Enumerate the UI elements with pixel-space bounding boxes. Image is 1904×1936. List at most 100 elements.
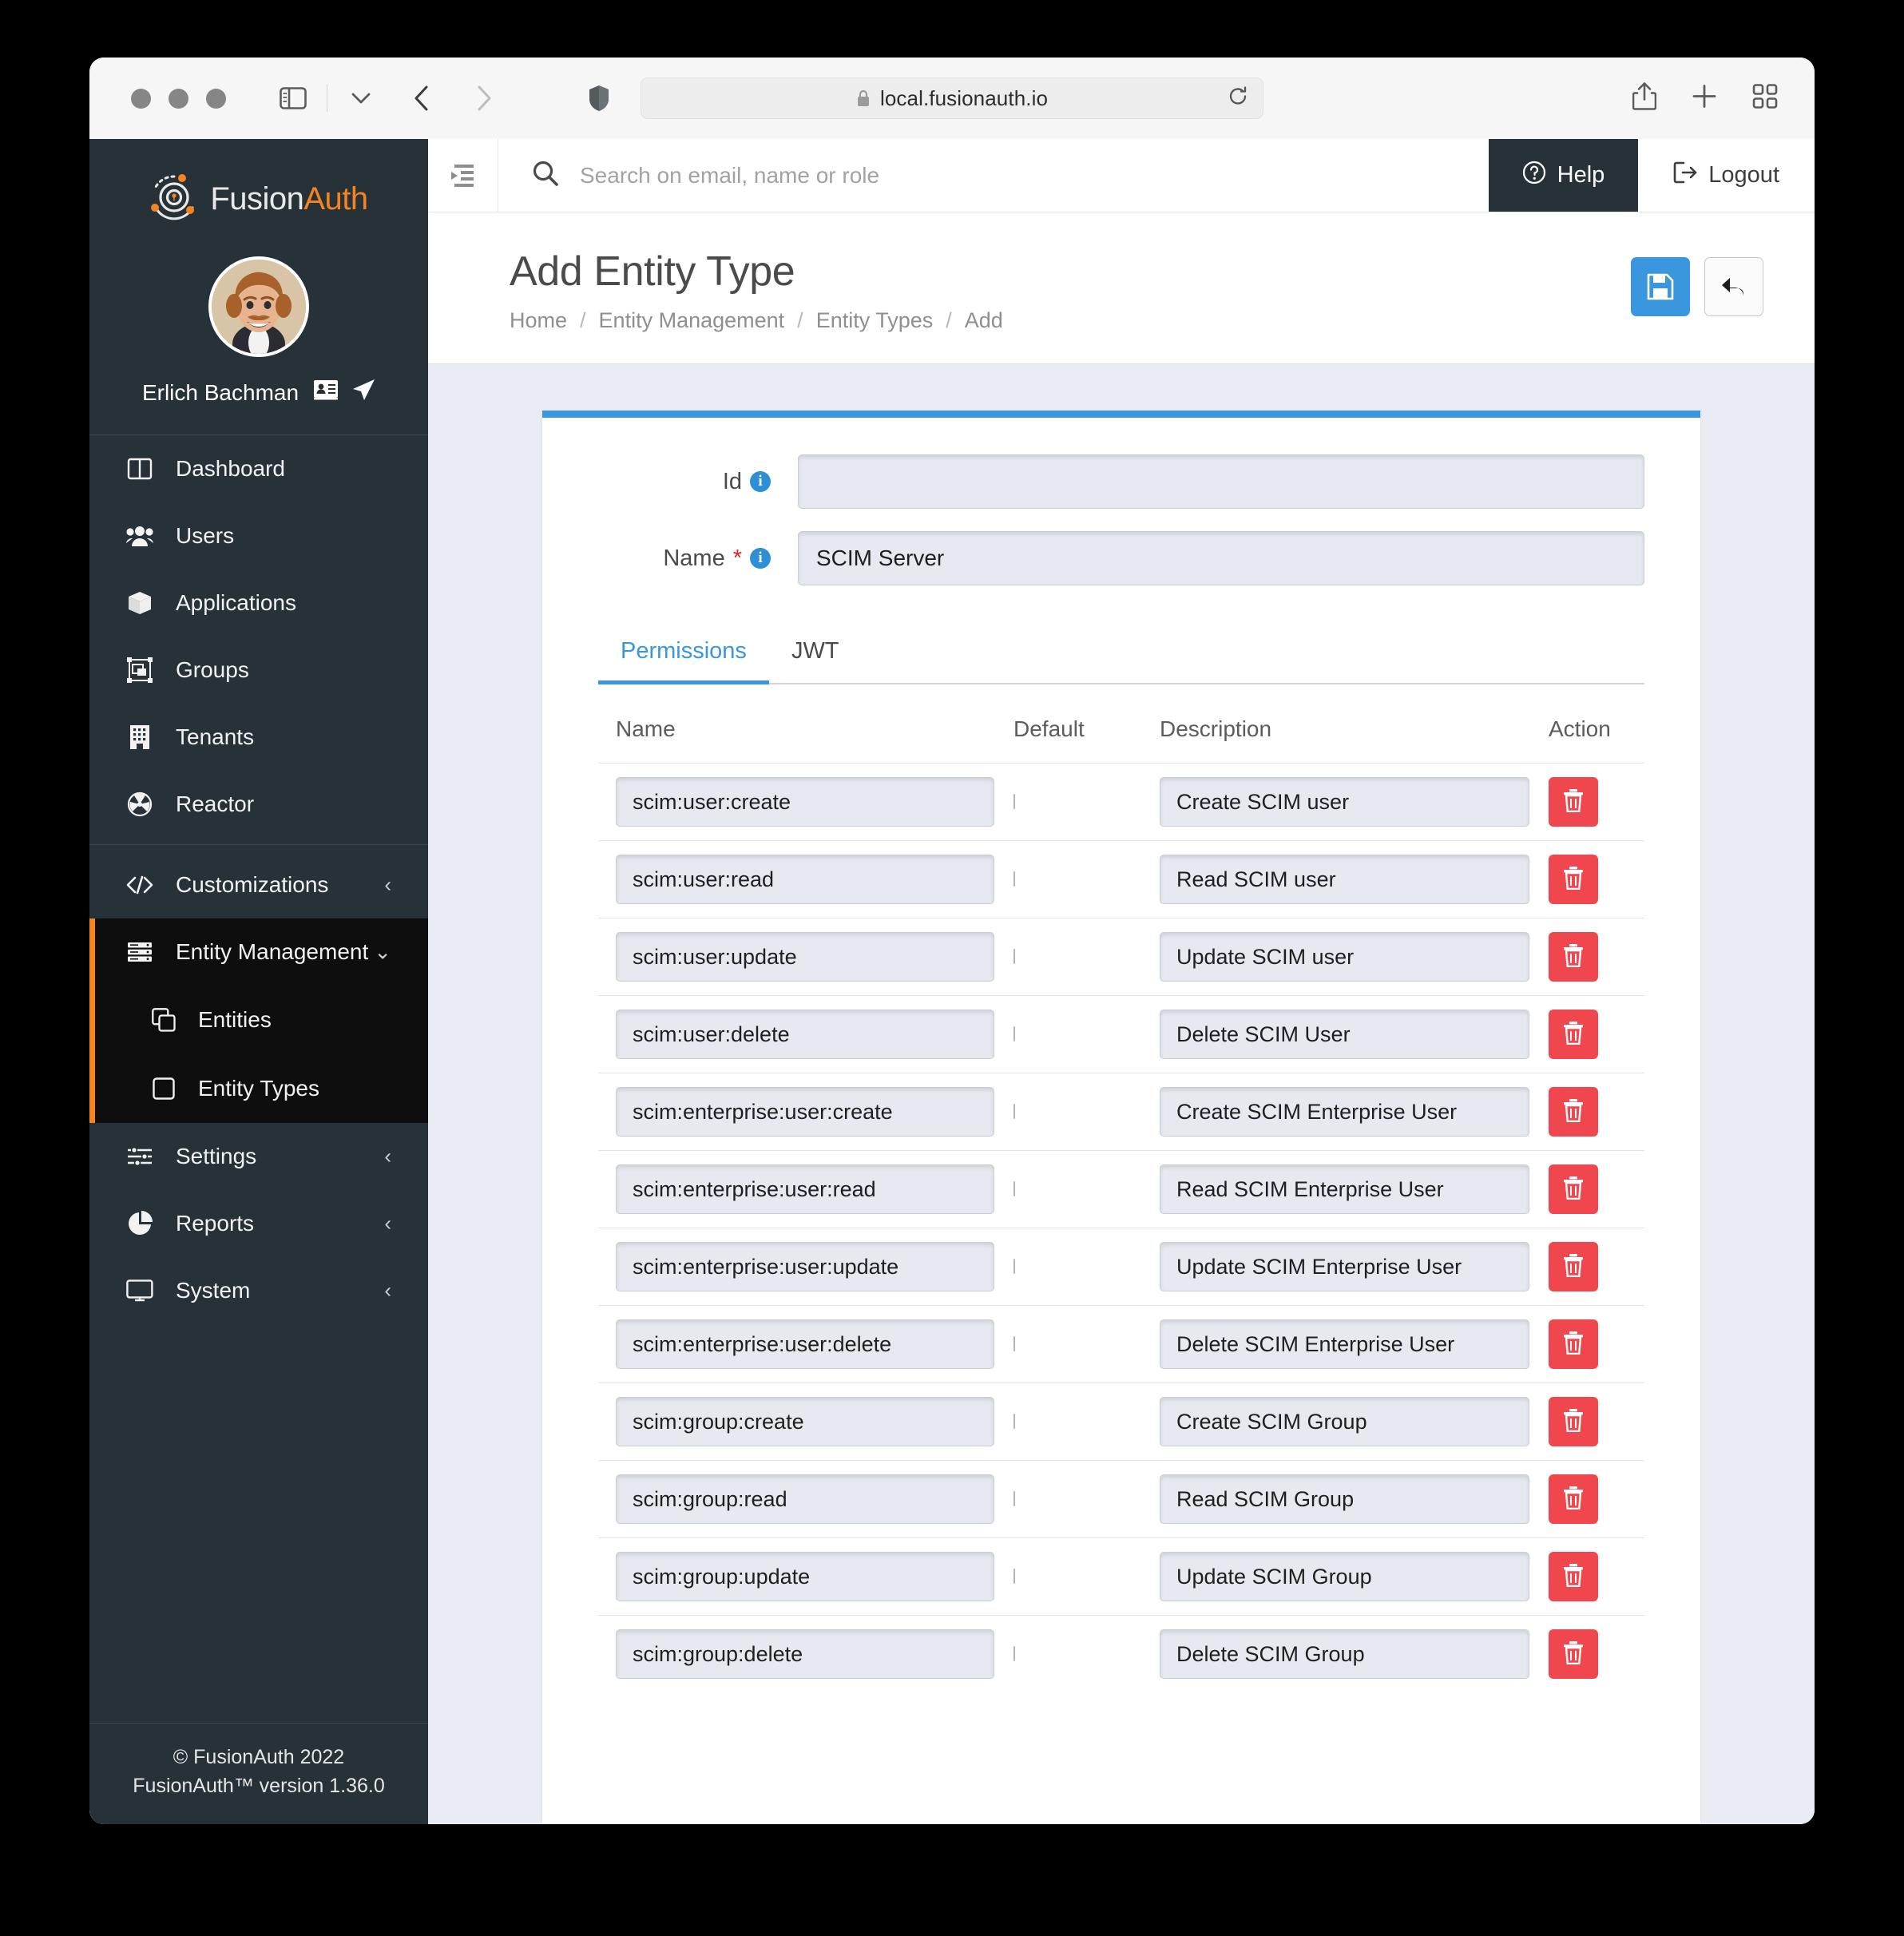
back-chevron-icon[interactable] xyxy=(401,77,442,119)
delete-permission-button[interactable] xyxy=(1549,1319,1598,1369)
permission-default-checkbox[interactable] xyxy=(1013,949,1015,964)
server-icon xyxy=(126,942,153,962)
permission-default-checkbox[interactable] xyxy=(1013,1569,1015,1584)
permission-default-checkbox[interactable] xyxy=(1013,1414,1015,1429)
permission-description-input[interactable]: Create SCIM Group xyxy=(1160,1397,1529,1446)
sidebar-item-system[interactable]: System ‹ xyxy=(89,1257,428,1324)
name-field[interactable]: SCIM Server xyxy=(798,531,1644,585)
tab-jwt[interactable]: JWT xyxy=(769,627,862,684)
delete-permission-button[interactable] xyxy=(1549,1164,1598,1214)
sidebar-item-entity-management[interactable]: Entity Management ⌄ xyxy=(95,918,428,986)
permission-description-input[interactable]: Read SCIM Group xyxy=(1160,1474,1529,1524)
maximize-window-button[interactable] xyxy=(206,88,226,109)
permission-description-input[interactable]: Read SCIM user xyxy=(1160,855,1529,904)
permission-name-input[interactable]: scim:group:delete xyxy=(616,1629,994,1679)
avatar[interactable] xyxy=(208,256,309,357)
collapse-sidebar-icon[interactable] xyxy=(428,139,498,212)
sidebar-item-entities[interactable]: Entities xyxy=(95,986,428,1054)
help-button[interactable]: Help xyxy=(1488,139,1639,212)
permission-description-input[interactable]: Update SCIM Group xyxy=(1160,1552,1529,1601)
permission-default-checkbox[interactable] xyxy=(1013,1181,1015,1196)
permission-description-input[interactable]: Delete SCIM User xyxy=(1160,1010,1529,1059)
address-bar[interactable]: local.fusionauth.io xyxy=(641,77,1263,119)
delete-permission-button[interactable] xyxy=(1549,1552,1598,1601)
id-field[interactable] xyxy=(798,454,1644,509)
permission-name-input[interactable]: scim:enterprise:user:delete xyxy=(616,1319,994,1369)
breadcrumb-item[interactable]: Home xyxy=(510,308,567,333)
sidebar-item-reports[interactable]: Reports ‹ xyxy=(89,1190,428,1257)
tab-permissions[interactable]: Permissions xyxy=(598,627,769,684)
shield-icon[interactable] xyxy=(578,77,620,119)
sidebar-item-tenants[interactable]: Tenants xyxy=(89,704,428,771)
id-card-icon[interactable] xyxy=(313,379,339,406)
breadcrumb-item: Add xyxy=(964,308,1003,332)
share-icon[interactable] xyxy=(1632,82,1657,115)
permission-description-input[interactable]: Delete SCIM Group xyxy=(1160,1629,1529,1679)
permission-default-checkbox[interactable] xyxy=(1013,1646,1015,1661)
logout-button[interactable]: Logout xyxy=(1638,139,1815,212)
permission-default-checkbox[interactable] xyxy=(1013,1259,1015,1274)
permission-description-input[interactable]: Create SCIM user xyxy=(1160,777,1529,827)
window-controls[interactable] xyxy=(131,88,226,109)
permission-name-input[interactable]: scim:group:read xyxy=(616,1474,994,1524)
permission-default-checkbox[interactable] xyxy=(1013,871,1015,887)
permission-description-input[interactable]: Delete SCIM Enterprise User xyxy=(1160,1319,1529,1369)
sidebar-item-settings[interactable]: Settings ‹ xyxy=(89,1123,428,1190)
avatar-wrapper[interactable] xyxy=(89,256,428,357)
delete-permission-button[interactable] xyxy=(1549,932,1598,982)
permission-name-input[interactable]: scim:group:create xyxy=(616,1397,994,1446)
permission-name-input[interactable]: scim:user:update xyxy=(616,932,994,982)
minimize-window-button[interactable] xyxy=(169,88,188,109)
delete-permission-button[interactable] xyxy=(1549,1629,1598,1679)
permission-name-input[interactable]: scim:user:read xyxy=(616,855,994,904)
forward-chevron-icon[interactable] xyxy=(463,77,505,119)
tab-overview-icon[interactable] xyxy=(1752,84,1778,113)
delete-permission-button[interactable] xyxy=(1549,1242,1598,1291)
table-row: scim:group:read Read SCIM Group xyxy=(598,1460,1644,1538)
permission-default-checkbox[interactable] xyxy=(1013,1491,1015,1506)
close-window-button[interactable] xyxy=(131,88,151,109)
permission-name-input[interactable]: scim:enterprise:user:update xyxy=(616,1242,994,1291)
plus-icon[interactable] xyxy=(1692,84,1717,113)
permission-name-input[interactable]: scim:user:delete xyxy=(616,1010,994,1059)
reload-icon[interactable] xyxy=(1228,86,1248,111)
delete-permission-button[interactable] xyxy=(1549,1474,1598,1524)
permission-description-input[interactable]: Read SCIM Enterprise User xyxy=(1160,1164,1529,1214)
delete-permission-button[interactable] xyxy=(1549,855,1598,904)
permission-name-input[interactable]: scim:enterprise:user:read xyxy=(616,1164,994,1214)
permission-description-input[interactable]: Update SCIM user xyxy=(1160,932,1529,982)
sidebar-item-users[interactable]: Users xyxy=(89,502,428,569)
browser-window: local.fusionauth.io FusionAuth Erlich Ba… xyxy=(89,58,1815,1824)
permission-description-input[interactable]: Update SCIM Enterprise User xyxy=(1160,1242,1529,1291)
sidebar-item-dashboard[interactable]: Dashboard xyxy=(89,435,428,502)
save-button[interactable] xyxy=(1631,257,1690,316)
brand[interactable]: FusionAuth xyxy=(89,139,428,234)
sidebar-item-customizations[interactable]: Customizations ‹ xyxy=(89,851,428,918)
paper-plane-icon[interactable] xyxy=(351,378,375,407)
permission-default-checkbox[interactable] xyxy=(1013,794,1015,809)
info-icon[interactable]: i xyxy=(750,471,771,492)
permission-name-input[interactable]: scim:group:update xyxy=(616,1552,994,1601)
delete-permission-button[interactable] xyxy=(1549,1087,1598,1137)
delete-permission-button[interactable] xyxy=(1549,1397,1598,1446)
search-container[interactable]: Search on email, name or role xyxy=(498,139,1489,212)
sidebar-toggle-icon[interactable] xyxy=(272,77,314,119)
back-button[interactable] xyxy=(1704,257,1763,316)
permission-default-checkbox[interactable] xyxy=(1013,1336,1015,1351)
sidebar-item-reactor[interactable]: Reactor xyxy=(89,771,428,838)
permission-name-input[interactable]: scim:user:create xyxy=(616,777,994,827)
permission-default-checkbox[interactable] xyxy=(1013,1026,1015,1041)
search-input[interactable]: Search on email, name or role xyxy=(580,163,879,188)
breadcrumb-item[interactable]: Entity Types xyxy=(816,308,934,333)
permission-description-input[interactable]: Create SCIM Enterprise User xyxy=(1160,1087,1529,1137)
sidebar-item-entity-types[interactable]: Entity Types xyxy=(95,1054,428,1123)
sidebar-item-applications[interactable]: Applications xyxy=(89,569,428,637)
delete-permission-button[interactable] xyxy=(1549,777,1598,827)
breadcrumb-item[interactable]: Entity Management xyxy=(599,308,785,333)
chevron-down-icon[interactable] xyxy=(340,77,382,119)
sidebar-item-groups[interactable]: Groups xyxy=(89,637,428,704)
permission-default-checkbox[interactable] xyxy=(1013,1104,1015,1119)
info-icon[interactable]: i xyxy=(750,548,771,569)
delete-permission-button[interactable] xyxy=(1549,1010,1598,1059)
permission-name-input[interactable]: scim:enterprise:user:create xyxy=(616,1087,994,1137)
